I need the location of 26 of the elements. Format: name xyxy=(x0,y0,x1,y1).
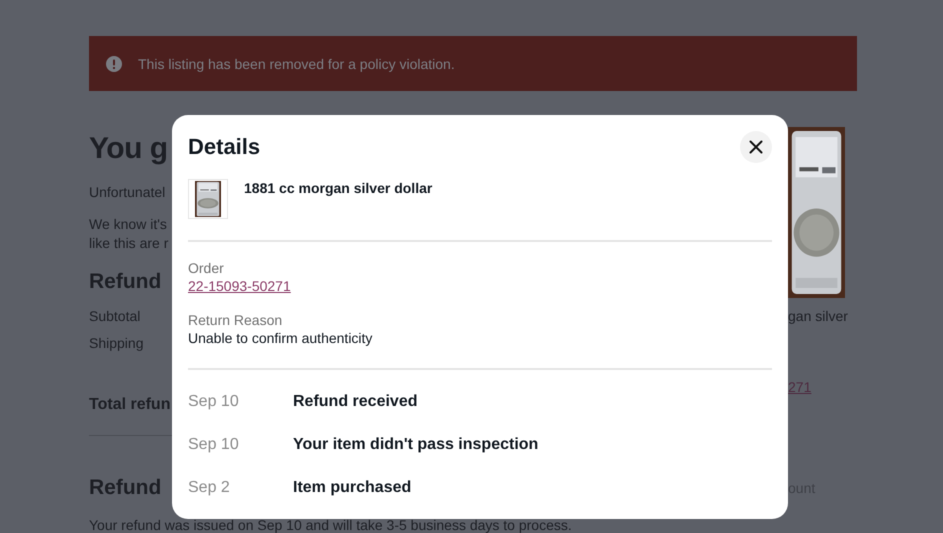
close-button[interactable] xyxy=(740,131,772,163)
event-date: Sep 10 xyxy=(188,392,240,410)
refund-text: Your refund was issued on Sep 10 and will take 3-5 business days to process. xyxy=(89,518,572,532)
close-icon xyxy=(749,140,763,154)
paragraph: Unfortunatel xyxy=(89,183,166,202)
event-title: Refund received xyxy=(293,392,418,410)
event-date: Sep 10 xyxy=(188,436,240,454)
summary-label: Shipping xyxy=(89,334,144,353)
field-label: Return Reason xyxy=(188,311,284,329)
field-label: Order xyxy=(188,259,225,277)
page-heading: You g xyxy=(89,131,168,167)
event-date: Sep 2 xyxy=(188,478,231,496)
item-title: gan silver xyxy=(788,307,848,325)
paragraph: We know it's like this are r xyxy=(89,215,168,253)
dialog-title: Details xyxy=(188,133,260,161)
section-heading: Refund xyxy=(89,475,162,501)
event-title: Item purchased xyxy=(293,478,412,496)
summary-label: Subtotal xyxy=(89,307,140,326)
item-name: 1881 cc morgan silver dollar xyxy=(244,180,432,196)
order-link[interactable]: 22-15093-50271 xyxy=(188,277,772,295)
event-title: Your item didn't pass inspection xyxy=(293,436,538,454)
alert-icon xyxy=(106,56,122,72)
section-heading: Refund xyxy=(89,269,162,295)
field-value: Unable to confirm authenticity xyxy=(188,329,374,347)
alert-message: This listing has been removed for a policy violation. xyxy=(138,56,455,72)
total-label: Total refun xyxy=(89,395,170,415)
